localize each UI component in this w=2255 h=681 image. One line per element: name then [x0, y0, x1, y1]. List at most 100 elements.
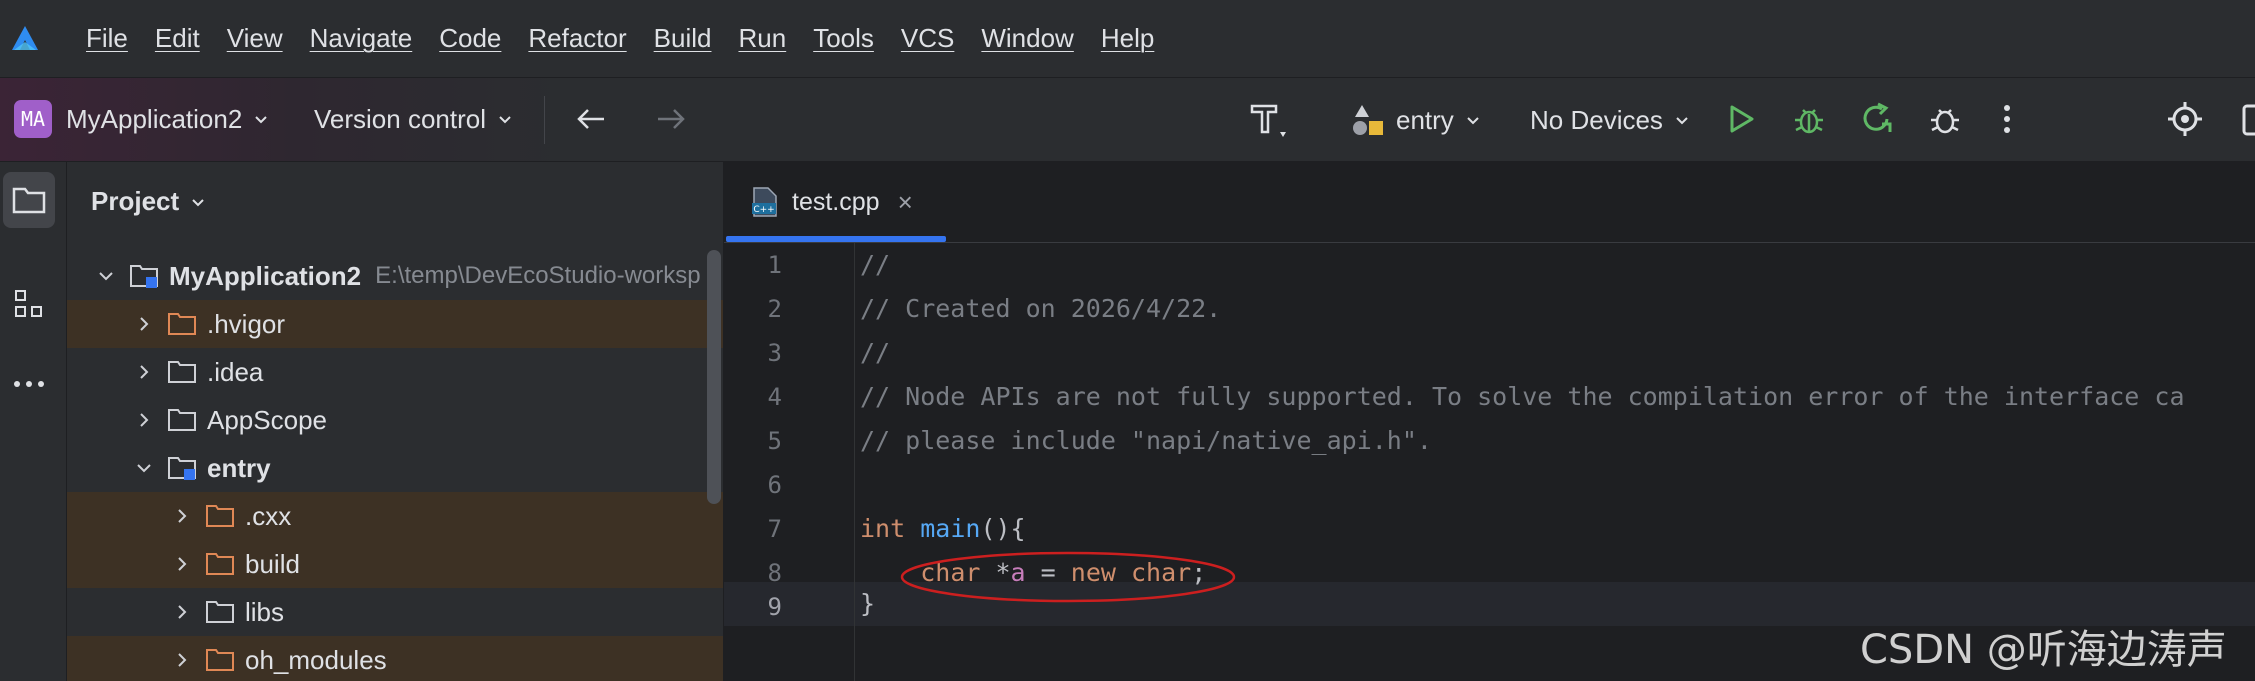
run-config-selector[interactable]: entry: [1350, 100, 1482, 140]
excluded-folder-icon: [168, 313, 196, 335]
project-selector[interactable]: MA MyApplication2: [14, 100, 270, 138]
excluded-folder-icon: [206, 649, 234, 671]
chevron-right-icon: [140, 365, 149, 379]
deveco-logo-icon: [12, 25, 38, 50]
excluded-folder-icon: [206, 553, 234, 575]
line-number-gutter: 1 2 3 4 5 6 7 8 9: [724, 243, 854, 681]
run-config-label: entry: [1396, 104, 1454, 135]
chevron-right-icon: [140, 317, 149, 331]
tree-item-idea[interactable]: .idea: [67, 348, 723, 396]
project-panel-title: Project: [91, 186, 180, 216]
module-folder-icon: [168, 457, 196, 480]
back-arrow-icon[interactable]: [574, 104, 608, 134]
run-play-icon[interactable]: [1724, 102, 1758, 136]
tree-label: MyApplication2: [169, 260, 362, 291]
code-line[interactable]: // Created on 2026/4/22.: [860, 287, 1221, 331]
project-name: MyApplication2: [66, 103, 243, 134]
chevron-down-icon: [255, 116, 268, 124]
tab-test-cpp[interactable]: C++ test.cpp ×: [724, 162, 944, 242]
more-tools-button[interactable]: [3, 356, 55, 412]
code-line[interactable]: // please include "napi/native_api.h".: [860, 419, 1432, 463]
chevron-right-icon: [140, 413, 149, 427]
line-number: 7: [767, 515, 782, 543]
menu-edit[interactable]: Edit: [155, 23, 200, 54]
device-selector[interactable]: No Devices: [1530, 100, 1691, 140]
tree-label: entry: [207, 452, 271, 483]
window-icon[interactable]: [2240, 102, 2255, 138]
tree-item-entry[interactable]: entry: [67, 444, 723, 492]
more-vertical-icon[interactable]: [2000, 102, 2014, 136]
tree-item-build[interactable]: build: [67, 540, 723, 588]
forward-arrow-icon[interactable]: [654, 104, 688, 134]
settings-target-icon[interactable]: [2166, 100, 2204, 138]
main-toolbar: MA MyApplication2 Version control entry …: [0, 78, 2255, 162]
menu-window[interactable]: Window: [981, 23, 1073, 54]
tree-item-oh-modules[interactable]: oh_modules: [67, 636, 723, 681]
chevron-right-icon: [178, 605, 187, 619]
menu-build[interactable]: Build: [654, 23, 712, 54]
line-number: 6: [767, 471, 782, 499]
build-hammer-icon[interactable]: [1246, 98, 1288, 140]
code-line[interactable]: int main(){: [860, 507, 1026, 551]
line-number: 2: [767, 295, 782, 323]
project-tool-button[interactable]: [3, 172, 55, 228]
menu-refactor[interactable]: Refactor: [528, 23, 626, 54]
project-path: E:\temp\DevEcoStudio-worksp: [375, 262, 701, 289]
tree-item-libs[interactable]: libs: [67, 588, 723, 636]
tab-close-icon[interactable]: ×: [898, 187, 913, 218]
chevron-down-icon: [499, 116, 511, 124]
structure-tool-button[interactable]: [3, 276, 55, 332]
tree-label: libs: [245, 596, 285, 627]
menu-bar: File Edit View Navigate Code Refactor Bu…: [0, 0, 2255, 78]
code-line[interactable]: //: [860, 243, 890, 287]
gutter-divider: [854, 243, 855, 681]
folder-icon: [12, 187, 46, 214]
menu-navigate[interactable]: Navigate: [310, 23, 413, 54]
code-line-current[interactable]: }: [860, 582, 875, 626]
menu-file[interactable]: File: [86, 23, 128, 54]
chevron-down-icon: [99, 272, 113, 281]
version-control-label: Version control: [314, 103, 486, 134]
module-config-icon: [1353, 105, 1383, 135]
structure-icon: [15, 290, 42, 317]
line-number-current: 9: [767, 593, 782, 621]
tree-item-myapplication2[interactable]: MyApplication2 E:\temp\DevEcoStudio-work…: [67, 252, 723, 300]
cpp-file-icon-label: C++: [753, 205, 774, 215]
cpp-file-icon: C++: [752, 187, 777, 217]
menu-run[interactable]: Run: [738, 23, 786, 54]
chevron-right-icon: [178, 653, 187, 667]
menu-code[interactable]: Code: [439, 23, 501, 54]
tool-window-strip: [0, 162, 67, 681]
version-control-selector[interactable]: Version control: [314, 100, 514, 138]
code-line[interactable]: // Node APIs are not fully supported. To…: [860, 375, 2185, 419]
tree-item-appscope[interactable]: AppScope: [67, 396, 723, 444]
code-editor: C++ test.cpp × 1 2 3 4 5 6 7 8 9 // // C…: [724, 162, 2255, 681]
toolbar-divider: [544, 96, 545, 144]
chevron-down-icon: [137, 464, 151, 473]
folder-icon: [206, 601, 234, 623]
attach-debugger-icon[interactable]: [1926, 100, 1964, 138]
excluded-folder-icon: [206, 505, 234, 527]
project-panel-scrollbar[interactable]: [707, 250, 721, 504]
menu-help[interactable]: Help: [1101, 23, 1154, 54]
active-tab-indicator: [726, 236, 946, 242]
tree-item-cxx[interactable]: .cxx: [67, 492, 723, 540]
tree-label: oh_modules: [245, 644, 387, 675]
editor-tab-bar: C++ test.cpp ×: [724, 162, 2255, 243]
line-number: 4: [767, 383, 782, 411]
project-view-selector[interactable]: Project: [91, 186, 207, 217]
folder-icon: [168, 409, 196, 431]
tree-item-hvigor[interactable]: .hvigor: [67, 300, 723, 348]
menu-vcs[interactable]: VCS: [901, 23, 954, 54]
debug-bug-icon[interactable]: [1790, 100, 1828, 138]
code-line[interactable]: //: [860, 331, 890, 375]
folder-icon: [168, 361, 196, 383]
module-folder-icon: [130, 265, 158, 288]
project-panel: Project MyApplication2 E:\temp\DevEcoStu…: [67, 162, 723, 681]
menu-tools[interactable]: Tools: [813, 23, 874, 54]
tree-label: .cxx: [245, 500, 292, 531]
menu-view[interactable]: View: [227, 23, 283, 54]
csdn-watermark: CSDN @听海边涛声: [1860, 627, 2227, 673]
chevron-down-icon: [1676, 117, 1688, 125]
apply-changes-icon[interactable]: [1858, 100, 1896, 138]
